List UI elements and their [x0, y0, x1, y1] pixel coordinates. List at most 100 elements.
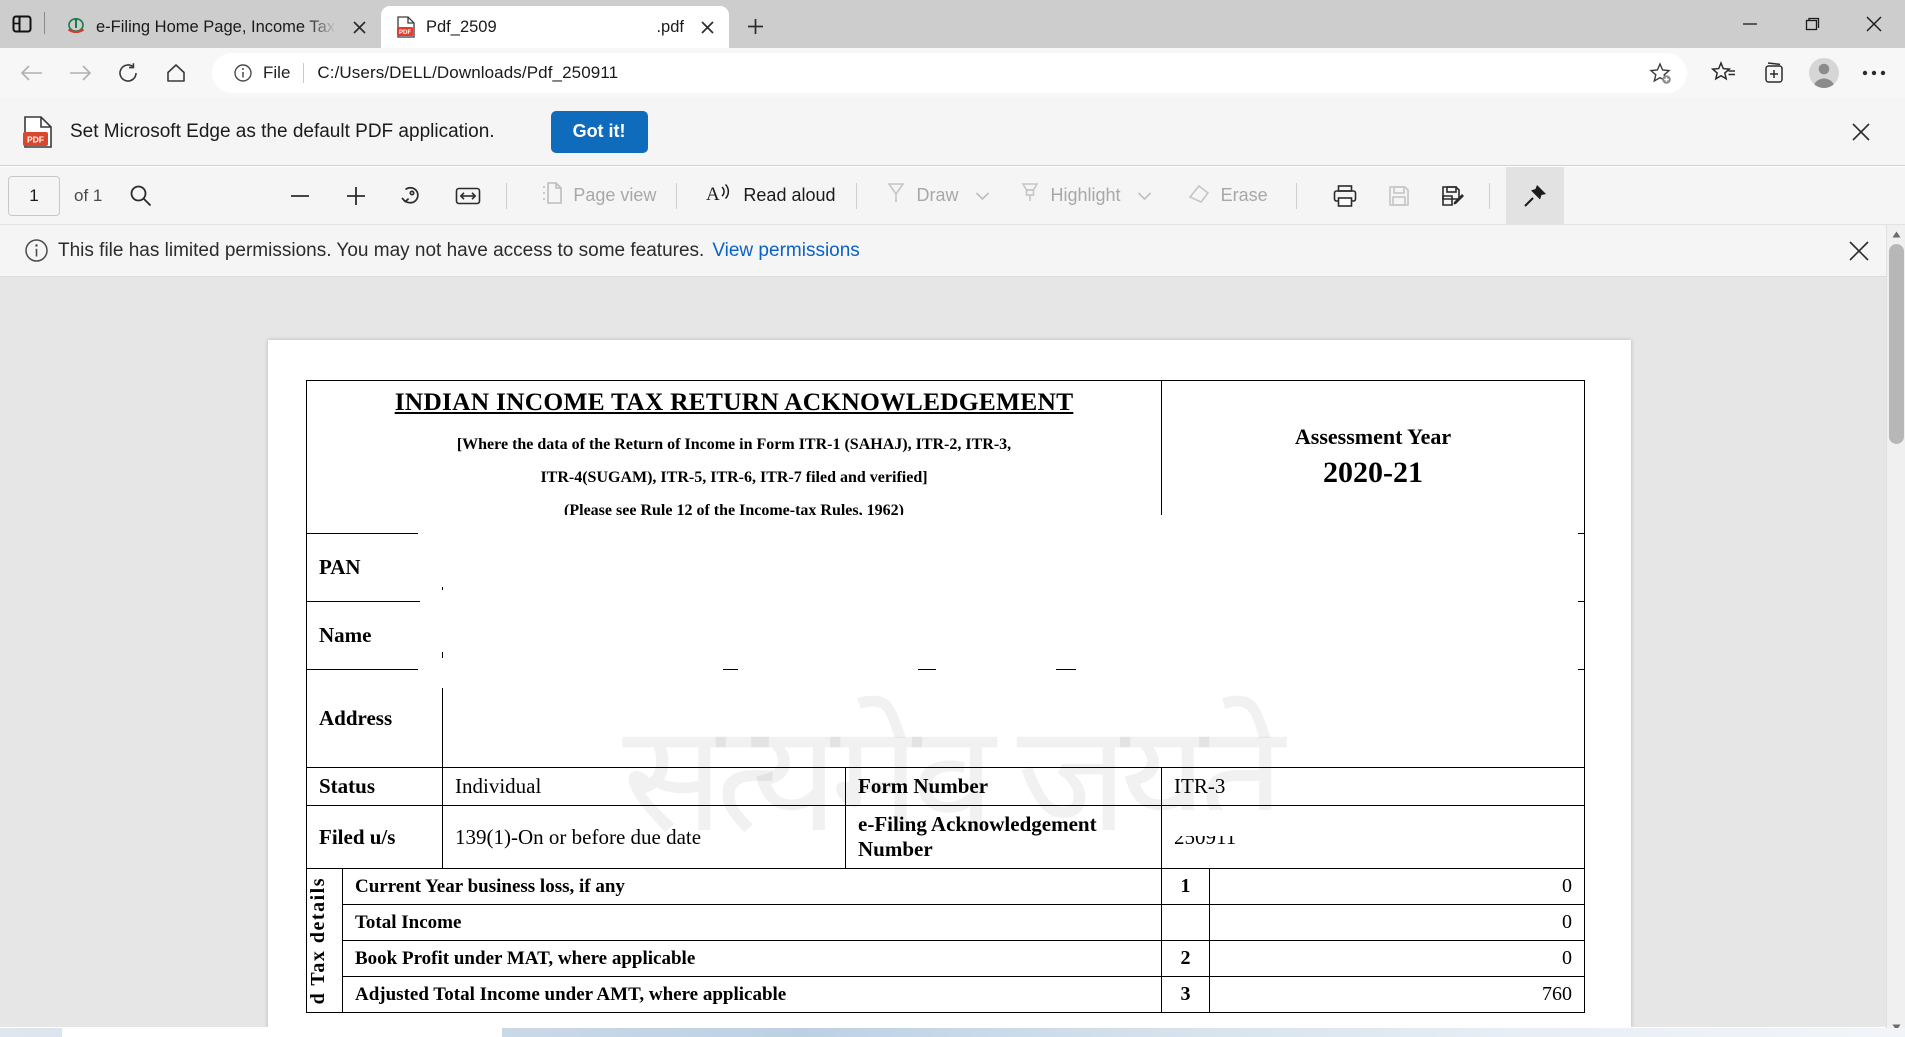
close-icon[interactable]: [345, 13, 373, 41]
pdf-viewer-canvas[interactable]: सत्यमेव जयते INDIAN INCOME TAX RETURN AC…: [0, 277, 1905, 1027]
taskbar-peek: [0, 1028, 1905, 1037]
permissions-bar: This file has limited permissions. You m…: [0, 225, 1905, 277]
tab-efiling-home[interactable]: e-Filing Home Page, Income Tax: [51, 6, 381, 48]
zoom-in-icon[interactable]: [332, 175, 380, 217]
page-view-icon: [541, 181, 563, 210]
tax-row-value: 0: [1209, 940, 1585, 978]
tax-row-label: Total Income: [342, 904, 1162, 942]
doc-subtitle-line-2: ITR-4(SUGAM), ITR-5, ITR-6, ITR-7 filed …: [540, 468, 928, 486]
read-aloud-icon: A: [705, 181, 733, 210]
view-permissions-link[interactable]: View permissions: [712, 240, 859, 262]
tab-actions-icon[interactable]: [0, 0, 44, 48]
page-number-input[interactable]: [8, 175, 60, 216]
tax-details-row-1: d Tax details Current Year business loss…: [306, 868, 1585, 1014]
address-label: Address: [306, 669, 443, 769]
scrollbar-thumb[interactable]: [1889, 244, 1904, 444]
chevron-down-icon[interactable]: [1131, 175, 1159, 217]
save-icon[interactable]: [1375, 175, 1423, 217]
search-icon[interactable]: [116, 175, 164, 217]
home-icon[interactable]: [152, 53, 200, 93]
settings-more-icon[interactable]: [1851, 53, 1897, 93]
close-icon[interactable]: [1839, 110, 1883, 154]
tax-row-number: [1161, 904, 1210, 942]
save-as-icon[interactable]: [1429, 175, 1477, 217]
maximize-button[interactable]: [1781, 0, 1843, 48]
name-label: Name: [306, 601, 443, 671]
favorites-list-icon[interactable]: [1701, 53, 1747, 93]
highlight-button[interactable]: Highlight: [1009, 175, 1131, 217]
print-icon[interactable]: [1321, 175, 1369, 217]
got-it-button[interactable]: Got it!: [550, 110, 648, 153]
tax-details-vertical-header: d Tax details: [306, 868, 343, 1014]
highlight-label: Highlight: [1050, 185, 1121, 205]
collections-icon[interactable]: [1751, 53, 1797, 93]
form-number-label: Form Number: [845, 767, 1162, 807]
zoom-out-icon[interactable]: [276, 175, 324, 217]
reload-icon[interactable]: [104, 53, 152, 93]
tax-row-label: Book Profit under MAT, where applicable: [342, 940, 1162, 978]
address-bar[interactable]: File C:/Users/DELL/Downloads/Pdf_250911 …: [212, 53, 1687, 93]
filed-us-row: Filed u/s 139(1)-On or before due date e…: [306, 805, 1585, 870]
income-tax-emblem-icon: [65, 16, 87, 38]
window-controls: [1719, 0, 1905, 48]
pdf-file-icon: PDF: [22, 115, 64, 149]
vertical-scrollbar[interactable]: [1886, 225, 1905, 1037]
tax-row-value: 0: [1209, 868, 1585, 906]
draw-button[interactable]: Draw: [875, 175, 969, 217]
taskbar-window-preview: [62, 1028, 502, 1037]
pan-row: PAN: [306, 533, 1585, 603]
toolbar-divider: [676, 182, 678, 209]
filed-us-label: Filed u/s: [306, 805, 443, 870]
address-url-tail: `(1).pdf: [708, 63, 764, 82]
avatar: [1809, 58, 1839, 88]
rotate-icon[interactable]: [388, 175, 436, 217]
erase-label: Erase: [1220, 185, 1268, 205]
svg-text:A: A: [706, 184, 720, 205]
read-aloud-button[interactable]: A Read aloud: [695, 175, 845, 217]
tax-details-vertical-label: d Tax details: [307, 877, 329, 1005]
assessment-year-cell: Assessment Year 2020-21: [1161, 379, 1585, 535]
address-divider: [303, 63, 305, 83]
ack-number-value: 250911: [1161, 805, 1585, 870]
close-icon[interactable]: [1837, 229, 1881, 273]
tax-row-number: 1: [1161, 868, 1210, 906]
tab-title: e-Filing Home Page, Income Tax: [96, 17, 336, 36]
pan-value: [442, 533, 1585, 603]
erase-button[interactable]: Erase: [1177, 175, 1278, 217]
itr-acknowledgement-table: INDIAN INCOME TAX RETURN ACKNOWLEDGEMENT…: [306, 379, 1585, 1014]
close-icon[interactable]: [693, 13, 721, 41]
new-tab-button[interactable]: [735, 6, 775, 46]
draw-pen-icon: [885, 181, 907, 210]
add-favorite-star-icon[interactable]: [1643, 56, 1677, 90]
profile-avatar[interactable]: [1801, 53, 1847, 93]
forward-arrow-icon[interactable]: [56, 53, 104, 93]
draw-label: Draw: [916, 185, 959, 205]
name-value: [442, 601, 1585, 671]
status-row: Status Individual Form Number ITR-3: [306, 767, 1585, 807]
pin-toolbar-icon[interactable]: [1505, 166, 1564, 225]
tax-row-number: 2: [1161, 940, 1210, 978]
pdf-page-1: सत्यमेव जयते INDIAN INCOME TAX RETURN AC…: [268, 340, 1631, 1027]
filed-us-value: 139(1)-On or before due date: [442, 805, 846, 870]
address-row: Address: [306, 669, 1585, 769]
close-window-button[interactable]: [1843, 0, 1905, 48]
page-view-button[interactable]: Page view: [531, 175, 666, 217]
address-url-text: C:/Users/DELL/Downloads/Pdf_250911: [317, 63, 619, 82]
tab-title-suffix: .pdf: [656, 17, 684, 36]
read-aloud-label: Read aloud: [743, 185, 836, 205]
minimize-button[interactable]: [1719, 0, 1781, 48]
toolbar-divider: [506, 182, 508, 209]
back-arrow-icon[interactable]: [8, 53, 56, 93]
status-label: Status: [306, 767, 443, 807]
info-circle-icon[interactable]: [230, 63, 256, 83]
tab-pdf-document[interactable]: PDF Pdf_25091 .pdf: [381, 6, 729, 50]
edge-browser-window: e-Filing Home Page, Income Tax PDF Pdf_2…: [0, 0, 1905, 1037]
fit-to-width-icon[interactable]: [444, 175, 492, 217]
toolbar-divider: [1488, 182, 1490, 209]
scroll-up-arrow-icon[interactable]: [1887, 225, 1905, 244]
name-row: Name: [306, 601, 1585, 671]
permissions-message: This file has limited permissions. You m…: [58, 239, 705, 261]
chevron-down-icon[interactable]: [969, 175, 997, 217]
eraser-icon: [1187, 181, 1211, 210]
doc-header-row: INDIAN INCOME TAX RETURN ACKNOWLEDGEMENT…: [306, 379, 1585, 535]
